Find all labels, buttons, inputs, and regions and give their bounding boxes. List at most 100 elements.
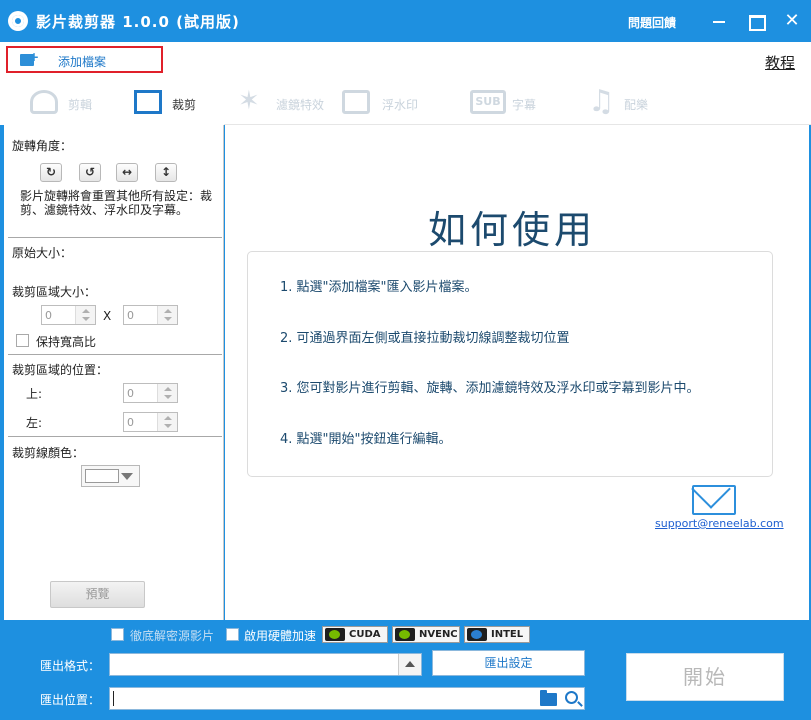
howto-step: 1. 點選"添加檔案"匯入影片檔案。 xyxy=(280,280,478,295)
crop-left-stepper[interactable] xyxy=(123,412,178,432)
color-swatch xyxy=(85,469,119,483)
tab-label: 浮水印 xyxy=(382,98,419,112)
crop-top-input[interactable] xyxy=(124,384,158,402)
nvenc-badge: NVENC xyxy=(392,626,460,643)
file-toolbar: 添加檔案 教程 xyxy=(0,42,811,81)
flip-vertical-icon[interactable]: ↕ xyxy=(155,163,177,182)
original-size-label: 原始大小： xyxy=(12,246,73,260)
up-arrow-icon[interactable] xyxy=(164,387,172,391)
edit-icon xyxy=(30,90,58,114)
preview-button[interactable]: 預覽 xyxy=(50,581,145,608)
search-icon[interactable] xyxy=(565,691,578,704)
howto-step: 2. 可通過界面左側或直接拉動裁切線調整裁切位置 xyxy=(280,331,570,346)
export-settings-button[interactable]: 匯出設定 xyxy=(432,650,585,676)
crop-width-stepper[interactable] xyxy=(41,305,96,325)
intel-badge: INTEL xyxy=(464,626,530,643)
tab-label: 裁剪 xyxy=(172,98,197,112)
tab-label: 剪輯 xyxy=(68,98,93,112)
watermark-icon xyxy=(342,90,370,114)
add-file-icon xyxy=(20,50,39,66)
start-button[interactable]: 開始 xyxy=(626,653,784,701)
crop-line-color-select[interactable] xyxy=(81,465,140,487)
subtitle-icon: SUB xyxy=(470,90,506,114)
divider xyxy=(8,436,222,437)
nvidia-icon xyxy=(325,628,345,641)
howto-step: 3. 您可對影片進行剪輯、旋轉、添加濾鏡特效及浮水印或字幕到影片中。 xyxy=(280,381,700,396)
support-email-link[interactable]: support@reneelab.com xyxy=(655,517,784,530)
divider xyxy=(8,354,222,355)
divider xyxy=(8,237,222,238)
down-arrow-icon[interactable] xyxy=(164,424,172,428)
mail-icon[interactable] xyxy=(692,485,736,515)
maximize-button[interactable] xyxy=(743,8,769,34)
feature-tabs: 剪輯 裁剪 濾鏡特效 浮水印 SUB 字幕 配樂 xyxy=(0,81,811,125)
chevron-down-icon xyxy=(121,473,133,480)
up-arrow-icon[interactable] xyxy=(164,416,172,420)
title-bar: 影片裁剪器 1.0.0 (試用版) 問題回饋 ✕ xyxy=(0,0,811,42)
close-button[interactable]: ✕ xyxy=(779,8,805,34)
up-arrow-icon[interactable] xyxy=(164,309,172,313)
stepper-arrows[interactable] xyxy=(157,413,177,431)
intel-icon xyxy=(467,628,487,641)
tab-music[interactable]: 配樂 xyxy=(588,81,668,125)
decrypt-source-checkbox[interactable] xyxy=(111,628,124,641)
crop-left-input[interactable] xyxy=(124,413,158,431)
howto-step: 4. 點選"開始"按鈕進行編輯。 xyxy=(280,432,452,447)
app-title: 影片裁剪器 1.0.0 (試用版) xyxy=(36,13,240,31)
stepper-arrows[interactable] xyxy=(157,384,177,402)
rotate-clockwise-icon[interactable]: ↻ xyxy=(40,163,62,182)
nvidia-icon xyxy=(395,628,415,641)
top-label: 上: xyxy=(26,387,43,401)
up-arrow-icon[interactable] xyxy=(82,309,90,313)
crop-settings-panel: 旋轉角度： ↻ ↺ ↔ ↕ 影片旋轉將會重置其他所有設定：裁剪、濾鏡特效、浮水印… xyxy=(4,125,224,620)
howto-title: 如何使用 xyxy=(427,208,596,252)
rotate-counterclockwise-icon[interactable]: ↺ xyxy=(79,163,101,182)
output-path-input[interactable] xyxy=(109,687,585,710)
crop-position-label: 裁剪區域的位置： xyxy=(12,363,109,377)
chevron-up-icon[interactable] xyxy=(398,654,421,675)
keep-ratio-label: 保持寬高比 xyxy=(36,335,97,349)
tab-filter[interactable]: 濾鏡特效 xyxy=(232,81,332,125)
add-file-button[interactable]: 添加檔案 xyxy=(6,46,163,73)
hw-accel-checkbox[interactable] xyxy=(226,628,239,641)
decrypt-source-label: 徹底解密源影片 xyxy=(130,629,215,643)
hw-accel-label: 啟用硬體加速 xyxy=(244,629,317,643)
music-icon xyxy=(588,84,616,119)
chip-label: INTEL xyxy=(491,629,524,640)
feedback-link[interactable]: 問題回饋 xyxy=(628,14,676,31)
howto-box: 1. 點選"添加檔案"匯入影片檔案。 2. 可通過界面左側或直接拉動裁切線調整裁… xyxy=(247,251,773,477)
down-arrow-icon[interactable] xyxy=(164,317,172,321)
minimize-button[interactable] xyxy=(706,8,732,34)
folder-icon[interactable] xyxy=(540,690,557,706)
format-label: 匯出格式： xyxy=(40,659,101,673)
size-separator: X xyxy=(103,309,112,323)
tab-subtitle[interactable]: SUB 字幕 xyxy=(470,81,560,125)
stepper-arrows[interactable] xyxy=(157,306,177,324)
tab-crop[interactable]: 裁剪 xyxy=(118,81,224,125)
text-cursor xyxy=(113,691,114,706)
filter-icon xyxy=(236,86,264,116)
keep-ratio-checkbox[interactable] xyxy=(16,334,29,347)
export-bar: 徹底解密源影片 啟用硬體加速 CUDA NVENC INTEL 匯出格式： 匯出… xyxy=(0,620,811,720)
tab-label: 配樂 xyxy=(624,98,649,112)
crop-height-stepper[interactable] xyxy=(123,305,178,325)
path-label: 匯出位置： xyxy=(40,693,101,707)
down-arrow-icon[interactable] xyxy=(82,317,90,321)
crop-height-input[interactable] xyxy=(124,306,158,324)
tab-label: 濾鏡特效 xyxy=(276,98,325,112)
crop-width-input[interactable] xyxy=(42,306,76,324)
tab-edit[interactable]: 剪輯 xyxy=(26,81,118,125)
tab-label: 字幕 xyxy=(512,98,537,112)
add-file-label: 添加檔案 xyxy=(58,55,107,69)
flip-horizontal-icon[interactable]: ↔ xyxy=(116,163,138,182)
tab-watermark[interactable]: 浮水印 xyxy=(342,81,434,125)
format-select[interactable] xyxy=(109,653,422,676)
rotation-title: 旋轉角度： xyxy=(12,139,73,153)
crop-top-stepper[interactable] xyxy=(123,383,178,403)
tutorial-link[interactable]: 教程 xyxy=(765,52,795,73)
app-logo-icon xyxy=(8,11,28,31)
stepper-arrows[interactable] xyxy=(75,306,95,324)
down-arrow-icon[interactable] xyxy=(164,395,172,399)
crop-line-color-label: 裁剪線顏色： xyxy=(12,446,85,460)
chip-label: NVENC xyxy=(419,629,458,640)
